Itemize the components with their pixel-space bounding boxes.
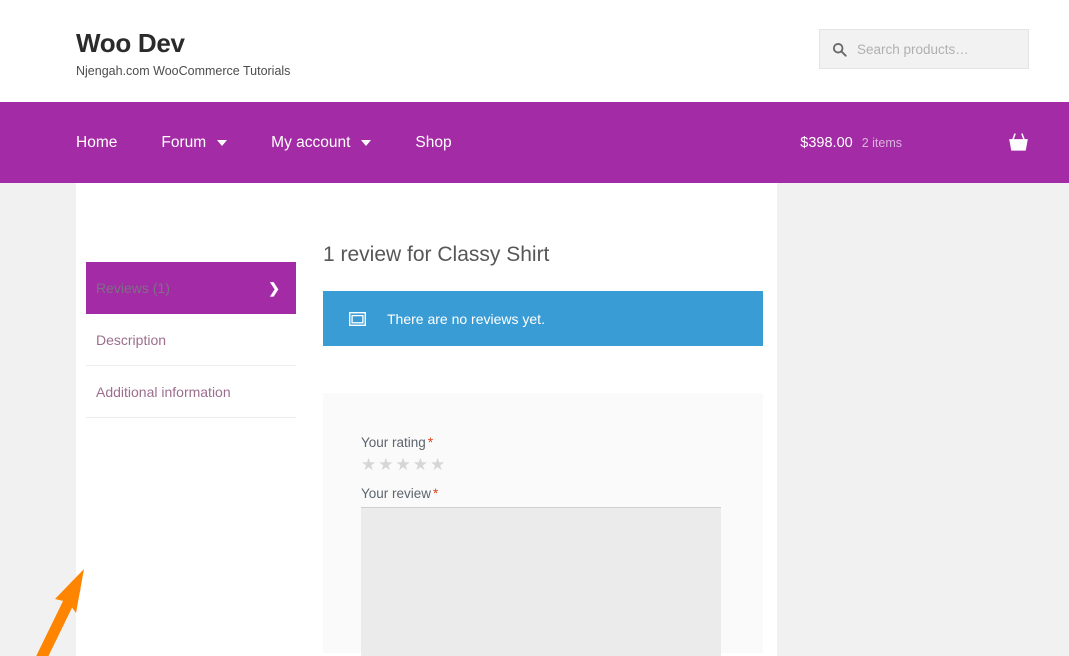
review-label: Your review * [361, 486, 725, 502]
nav-item-my-account[interactable]: My account [271, 133, 372, 152]
site-branding[interactable]: Woo Dev Njengah.com WooCommerce Tutorial… [76, 29, 291, 79]
search-input[interactable] [857, 41, 1016, 57]
product-search[interactable] [819, 29, 1029, 69]
content-container: Reviews (1) ❯ Description Additional inf… [76, 183, 777, 656]
required-marker: * [427, 435, 434, 451]
tab-additional-information[interactable]: Additional information [86, 366, 296, 418]
product-tabs-sidebar: Reviews (1) ❯ Description Additional inf… [76, 183, 296, 653]
notice-text: There are no reviews yet. [387, 310, 545, 327]
product-tabs-layout: Reviews (1) ❯ Description Additional inf… [76, 183, 777, 656]
chevron-down-icon[interactable] [217, 139, 228, 146]
chevron-down-icon[interactable] [361, 139, 372, 146]
cart-total: $398.00 [800, 134, 853, 151]
rating-stars[interactable]: ★★★★★ [361, 456, 725, 473]
review-form: Your rating * ★★★★★ Your review * [323, 393, 763, 656]
page-title: 1 review for Classy Shirt [323, 243, 550, 266]
tab-description[interactable]: Description [86, 314, 296, 366]
nav-item-forum[interactable]: Forum [161, 133, 228, 152]
primary-navigation: Home Forum My account Shop $398.00 2 ite… [0, 102, 1069, 183]
site-tagline: Njengah.com WooCommerce Tutorials [76, 64, 291, 79]
rating-label-text: Your rating [361, 435, 426, 451]
tab-reviews[interactable]: Reviews (1) ❯ [86, 262, 296, 314]
rating-label: Your rating * [361, 435, 725, 451]
nav-item-shop[interactable]: Shop [415, 134, 451, 152]
nav-menu: Home Forum My account Shop [0, 134, 452, 152]
nav-item-label: My account [271, 133, 351, 151]
cart-item-count: 2 items [861, 135, 902, 150]
nav-item-home[interactable]: Home [76, 134, 117, 152]
search-icon [832, 42, 847, 57]
nav-item-label: Shop [415, 133, 452, 151]
nav-item-label: Home [76, 133, 118, 151]
shopping-basket-icon[interactable] [1008, 133, 1029, 152]
tab-label: Additional information [96, 383, 231, 400]
nav-item-label: Forum [161, 133, 207, 151]
site-masthead: Woo Dev Njengah.com WooCommerce Tutorial… [0, 0, 1069, 102]
required-marker: * [433, 486, 439, 502]
cart-summary[interactable]: $398.00 2 items [800, 102, 1029, 183]
no-reviews-notice: There are no reviews yet. [323, 291, 763, 347]
review-textarea[interactable] [361, 507, 721, 656]
reviews-panel: 1 review for Classy Shirt There are no r… [296, 183, 777, 656]
notice-window-icon [349, 311, 366, 326]
tab-label: Reviews (1) [96, 280, 170, 296]
tab-label: Description [96, 331, 167, 348]
review-label-text: Your review [361, 486, 432, 502]
site-title[interactable]: Woo Dev [76, 29, 290, 57]
page-body: Reviews (1) ❯ Description Additional inf… [0, 183, 1069, 656]
chevron-right-icon: ❯ [268, 280, 280, 296]
